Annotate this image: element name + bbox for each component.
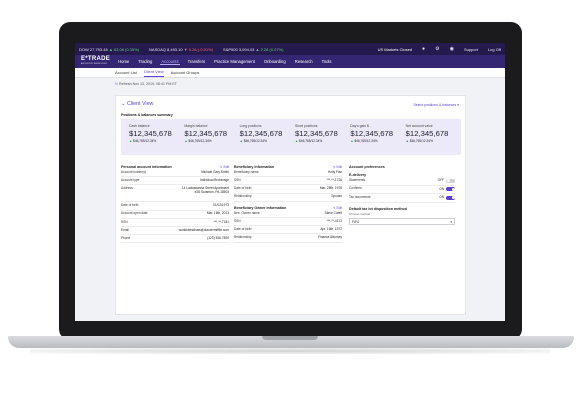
preferences-section: Account preferences E-delivery Statement… bbox=[349, 165, 455, 225]
info-row: Account holder(s) Michael Gary Smith bbox=[121, 169, 229, 178]
gear-icon[interactable]: ⚙ bbox=[435, 46, 439, 52]
refresh-timestamp: Nov 13, 2019, 08:41 PM ET bbox=[132, 82, 177, 86]
info-row: Address 14 Lackawanna Street Apartment #2… bbox=[121, 185, 229, 203]
market-ticker: DOW 27,753.48 ▲ 63.08 (0.35%) NASDAQ 8,4… bbox=[75, 43, 505, 55]
preferences-title: Account preferences bbox=[349, 165, 385, 169]
info-row: Phone (123) 456-7890 bbox=[121, 235, 229, 244]
client-view-title[interactable]: ⌄ Client View bbox=[121, 101, 153, 107]
personal-info-section: Personal account information ✎ Edit Accou… bbox=[121, 165, 229, 244]
beneficial-owner-edit-link[interactable]: ✎ Edit bbox=[333, 206, 342, 210]
tax-lot-subtitle: Choose method bbox=[349, 211, 371, 216]
main-nav: E*TRADE ADVISOR SERVICES Home Trading Acc… bbox=[75, 55, 505, 68]
confirms-toggle[interactable] bbox=[446, 187, 455, 192]
info-row: Date of birth Apr. 16th, 1972 bbox=[234, 226, 342, 235]
sp500-ticker: S&P500 3,094.03 ▲ 2.28 (0.07%) bbox=[223, 46, 284, 52]
personal-edit-link[interactable]: ✎ Edit bbox=[220, 165, 229, 169]
market-status: US Markets Closed bbox=[377, 46, 413, 52]
info-row: Account open date Mar. 16th, 2013 bbox=[121, 211, 229, 219]
info-row: Relationship Spouse bbox=[234, 194, 342, 202]
info-row: SSN ***-**-1726 bbox=[234, 177, 342, 186]
laptop-mockup: DOW 27,753.48 ▲ 63.08 (0.35%) NASDAQ 8,4… bbox=[0, 0, 580, 400]
refresh-button[interactable]: Refresh bbox=[119, 82, 132, 86]
logoff-link[interactable]: Log Off bbox=[488, 47, 501, 52]
info-row: SSN ***-**-4172 bbox=[234, 218, 342, 227]
metric-margin-balance: Margin balance $12,345,678 ▲ $46,765/12.… bbox=[184, 124, 228, 143]
beneficial-owner-title: Beneficiary Owner Information bbox=[234, 205, 287, 210]
info-row: Date of birth Mar. 28th, 1978 bbox=[234, 185, 342, 194]
info-row: SSN ***-**-7181 bbox=[121, 219, 229, 227]
info-row: Date of birth 01/02/1973 bbox=[121, 202, 229, 211]
nav-transfers[interactable]: Transfers bbox=[187, 59, 207, 64]
info-row: Ben. Owner name Steve Carell bbox=[234, 210, 342, 218]
refresh-bar: ↻ Refresh Nov 13, 2019, 08:41 PM ET bbox=[75, 78, 505, 89]
pref-row-confirms: Confirms ON bbox=[349, 186, 455, 195]
select-positions-link[interactable]: Select positions & balances ▾ bbox=[413, 103, 459, 107]
metric-cash-balance: Cash balance $12,345,678 ▲ $46,765/12.34… bbox=[129, 124, 172, 143]
tax-lot-title: Default tax lot disposition method bbox=[349, 206, 407, 211]
beneficiary-section: Beneficiary information ✎ Edit Beneficiar… bbox=[234, 165, 342, 243]
up-arrow-icon: ▲ bbox=[405, 139, 409, 143]
tab-account-groups[interactable]: Account Groups bbox=[171, 70, 200, 77]
sub-nav: Account List Client View Account Groups bbox=[75, 68, 505, 78]
support-link[interactable]: Support bbox=[464, 47, 478, 52]
nav-practice-management[interactable]: Practice Management bbox=[213, 59, 256, 64]
app-screen: DOW 27,753.48 ▲ 63.08 (0.35%) NASDAQ 8,4… bbox=[75, 43, 505, 321]
up-arrow-icon: ▲ bbox=[239, 139, 243, 143]
chevron-down-icon: ▾ bbox=[450, 220, 452, 225]
pref-row-tax-documents: Tax documents ON bbox=[349, 194, 455, 203]
nasdaq-ticker: NASDAQ 8,493.10 ▼ 0.26 (-0.01%) bbox=[149, 46, 214, 52]
nav-accounts[interactable]: Accounts bbox=[160, 59, 180, 65]
laptop-notch bbox=[262, 336, 318, 340]
tax-documents-toggle[interactable] bbox=[446, 195, 455, 200]
nav-trading[interactable]: Trading bbox=[137, 59, 153, 64]
up-arrow-icon: ▲ bbox=[294, 139, 299, 143]
info-row: Relationship Finance Attorney bbox=[234, 234, 342, 243]
statements-toggle[interactable] bbox=[446, 178, 455, 183]
bell-icon[interactable]: ◉ bbox=[450, 46, 454, 52]
pref-row-statements: Statements OFF bbox=[349, 177, 455, 186]
info-row: Account type Individual Brokerage bbox=[121, 177, 229, 186]
refresh-icon[interactable]: ↻ bbox=[115, 82, 118, 86]
tab-client-view[interactable]: Client View bbox=[143, 69, 164, 77]
personal-info-title: Personal account information bbox=[121, 165, 172, 169]
up-arrow-icon: ▲ bbox=[184, 139, 188, 143]
tab-account-list[interactable]: Account List bbox=[115, 70, 137, 77]
metric-days-gain: Day's gain $ $12,345,678 ▲ $46,765/12.34… bbox=[350, 124, 394, 143]
etrade-logo[interactable]: E*TRADE ADVISOR SERVICES bbox=[81, 56, 110, 67]
nav-research[interactable]: Research bbox=[294, 59, 314, 64]
balances-summary-band: Cash balance $12,345,678 ▲ $46,765/12.34… bbox=[121, 119, 461, 155]
nav-onboarding[interactable]: Onboarding bbox=[263, 59, 287, 64]
info-row: Beneficiary name Holly Flax bbox=[234, 169, 342, 178]
metric-long-positions: Long positions $12,345,678 ▲ $46,765/12.… bbox=[239, 124, 283, 143]
up-arrow-icon: ▲ bbox=[129, 139, 133, 143]
chevron-down-icon[interactable]: ⌄ bbox=[121, 101, 125, 107]
nav-home[interactable]: Home bbox=[117, 59, 130, 64]
dow-ticker: DOW 27,753.48 ▲ 63.08 (0.35%) bbox=[79, 46, 140, 52]
metric-short-positions: Short positions $12,345,678 ▲ $46,765/12… bbox=[294, 124, 338, 143]
beneficiary-title: Beneficiary information bbox=[234, 165, 275, 169]
nav-tools[interactable]: Tools bbox=[321, 59, 333, 64]
beneficiary-edit-link[interactable]: ✎ Edit bbox=[333, 165, 342, 169]
info-row: Email worldsbestboss@dundermifflin.com bbox=[121, 227, 229, 236]
edelivery-title: E-delivery bbox=[349, 173, 367, 177]
laptop-shadow bbox=[30, 348, 550, 354]
tax-lot-select[interactable]: FIFO ▾ bbox=[349, 217, 455, 225]
up-arrow-icon: ▲ bbox=[350, 139, 354, 143]
client-view-card: ⌄ Client View Select positions & balance… bbox=[115, 95, 466, 315]
metric-net-account-value: Net account value $12,345,678 ▲ $46,765/… bbox=[405, 124, 449, 143]
user-icon[interactable]: ● bbox=[422, 46, 425, 52]
positions-summary-title: Positions & balances summary bbox=[121, 113, 173, 117]
